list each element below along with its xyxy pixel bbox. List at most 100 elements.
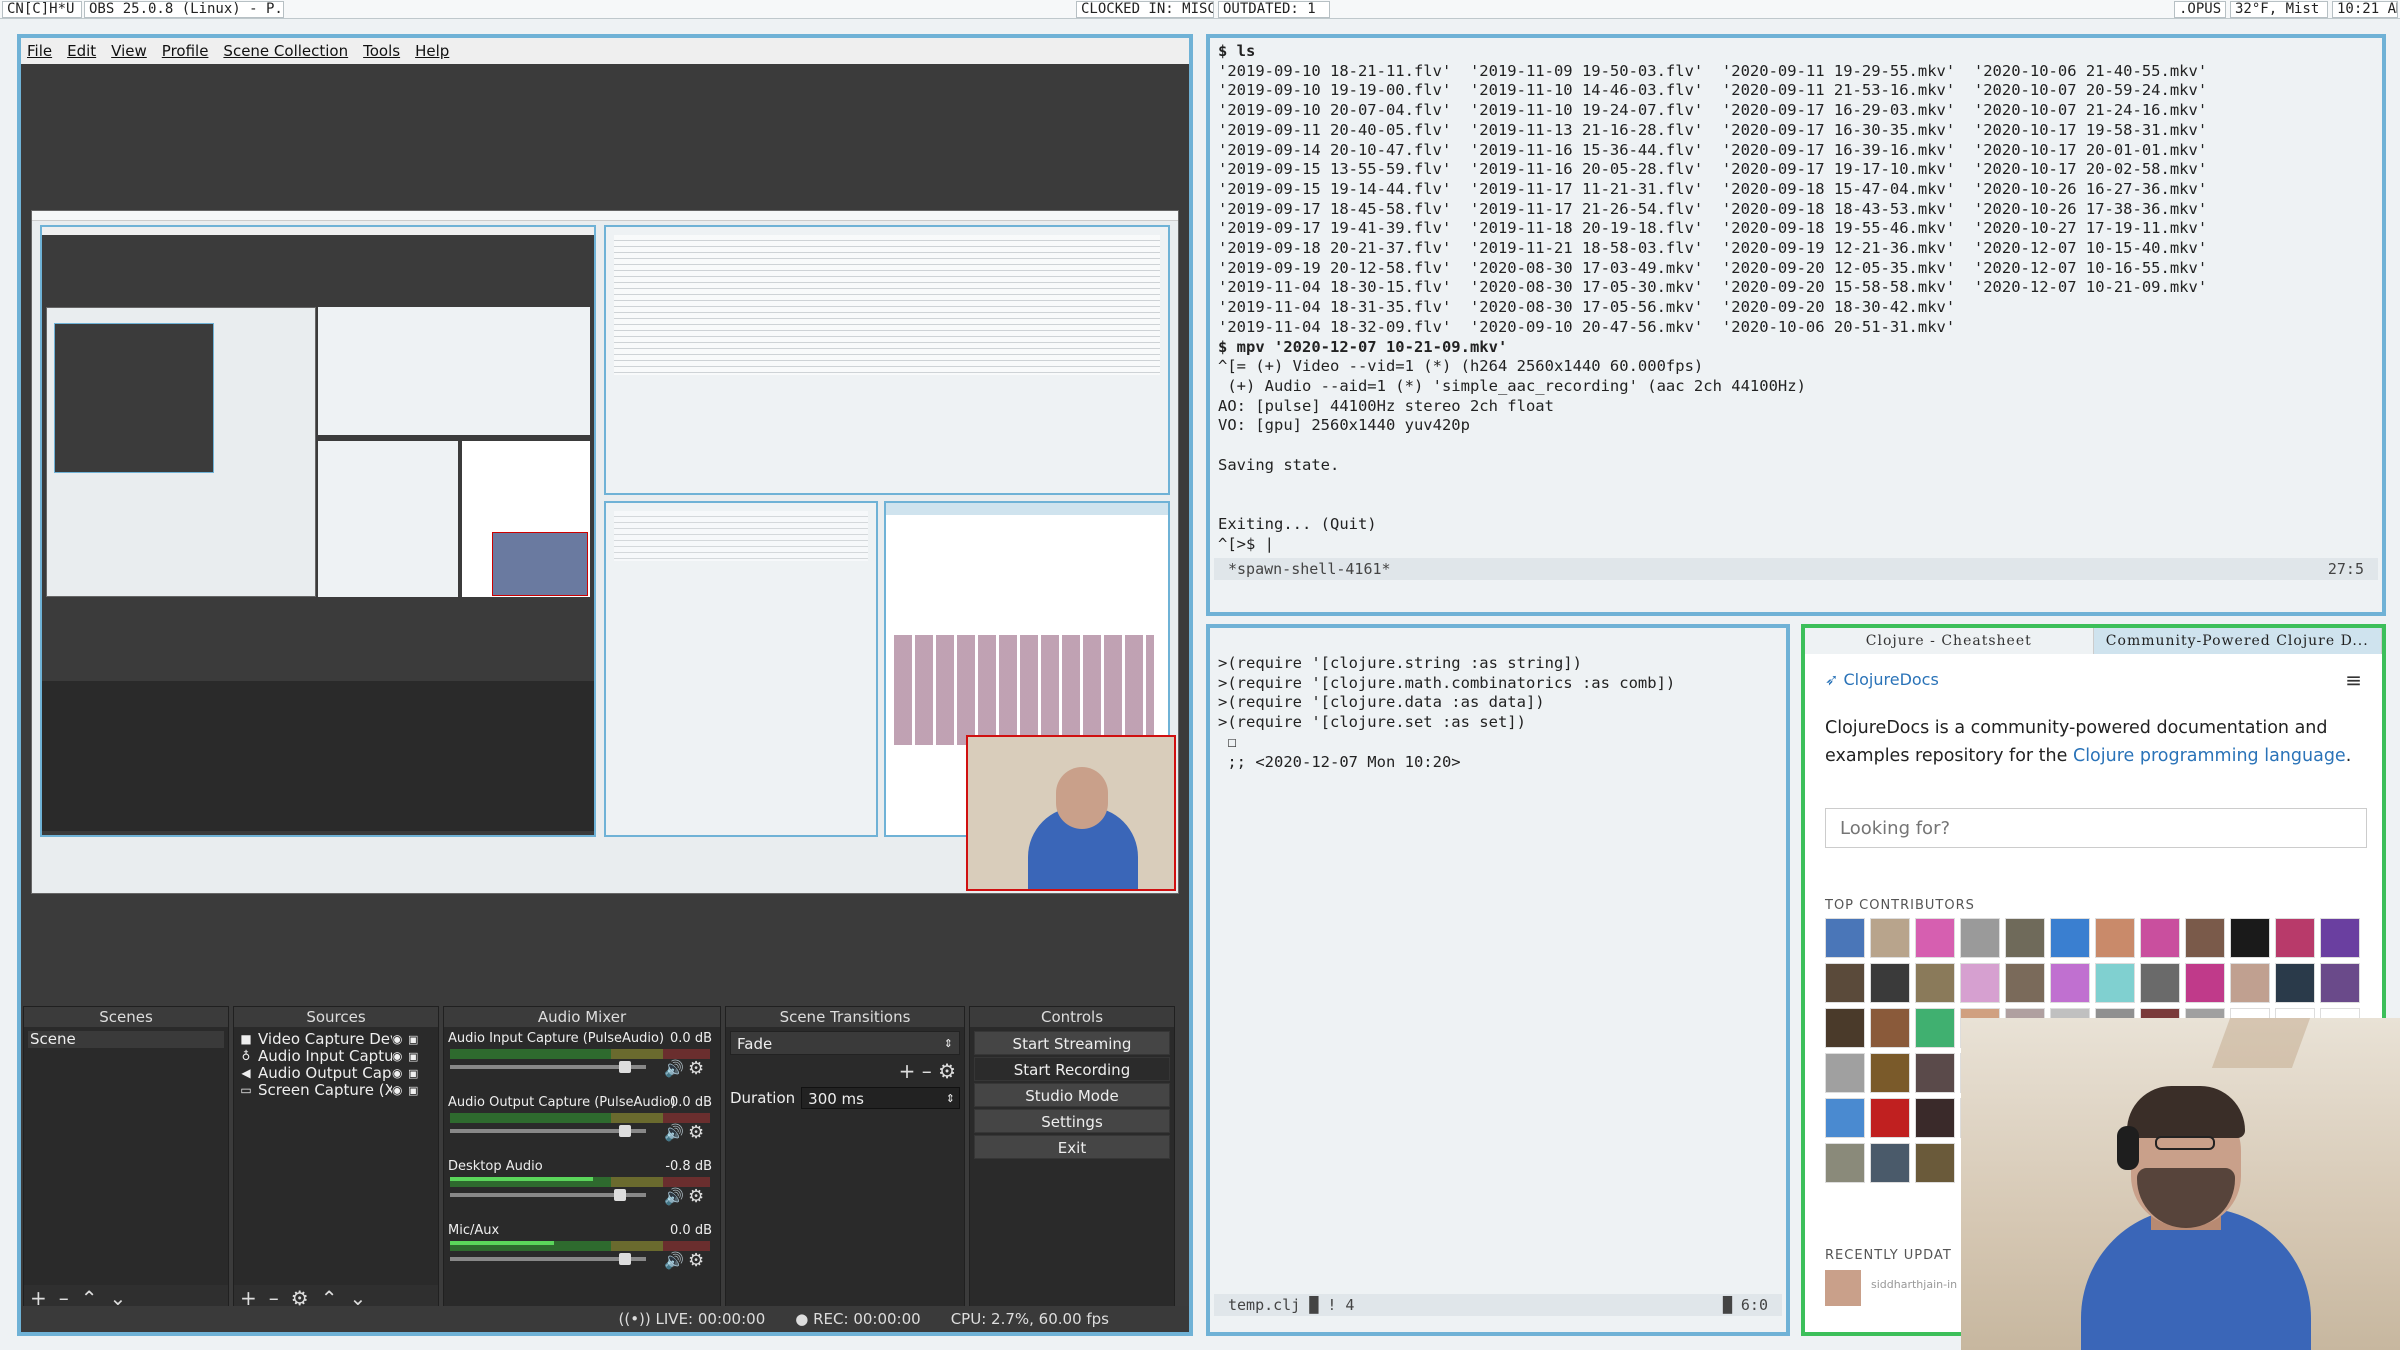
slider-knob[interactable] xyxy=(619,1061,632,1073)
slider-knob[interactable] xyxy=(613,1189,626,1201)
gear-icon[interactable]: ⚙ xyxy=(688,1250,704,1271)
exit-button[interactable]: Exit xyxy=(974,1135,1170,1159)
source-item[interactable]: ▭ Screen Capture (X! ◉ ▣ xyxy=(238,1082,434,1099)
buffer-name: temp.clj █ ! 4 xyxy=(1228,1296,1355,1314)
contributor-avatar[interactable] xyxy=(2095,963,2135,1003)
contributor-avatar[interactable] xyxy=(1870,1098,1910,1138)
scene-item[interactable]: Scene xyxy=(28,1031,224,1048)
contributor-avatar[interactable] xyxy=(2320,918,2360,958)
contributor-avatar[interactable] xyxy=(1870,963,1910,1003)
contributor-avatar[interactable] xyxy=(1825,1008,1865,1048)
contributor-avatar[interactable] xyxy=(2050,918,2090,958)
source-item[interactable]: ■ Video Capture Dev ◉ ▣ xyxy=(238,1031,434,1048)
menu-file[interactable]: File xyxy=(27,42,52,60)
start-recording-button[interactable]: Start Recording xyxy=(974,1057,1170,1081)
menu-view[interactable]: View xyxy=(111,42,147,60)
eye-icon[interactable]: ◉ xyxy=(392,1082,408,1099)
slider-knob[interactable] xyxy=(619,1125,632,1137)
contributor-avatar[interactable] xyxy=(1870,918,1910,958)
lock-icon[interactable]: ▣ xyxy=(408,1065,422,1082)
gear-icon[interactable]: ⚙ xyxy=(688,1186,704,1207)
contributor-avatar[interactable] xyxy=(2185,918,2225,958)
contributor-avatar[interactable] xyxy=(2275,918,2315,958)
hamburger-menu-icon[interactable]: ≡ xyxy=(2345,668,2362,692)
contributor-avatar[interactable] xyxy=(1915,1098,1955,1138)
eye-icon[interactable]: ◉ xyxy=(392,1031,408,1048)
repl-window[interactable]: >(require '[clojure.string :as string]) >… xyxy=(1206,624,1790,1336)
clojuredocs-logo[interactable]: ➶ ClojureDocs xyxy=(1825,670,1939,689)
transition-select[interactable]: Fade ⇕ xyxy=(730,1031,960,1055)
active-window-title[interactable]: OBS 25.0.8 (Linux) - P... xyxy=(84,1,284,18)
search-input[interactable] xyxy=(1825,808,2367,848)
contributor-avatar[interactable] xyxy=(2230,963,2270,1003)
channel-db: -0.8 dB xyxy=(665,1159,712,1174)
contributor-avatar[interactable] xyxy=(1825,918,1865,958)
contributor-avatar[interactable] xyxy=(2140,963,2180,1003)
contributor-avatar[interactable] xyxy=(2185,963,2225,1003)
remove-icon[interactable]: – xyxy=(922,1059,932,1083)
contributor-avatar[interactable] xyxy=(2140,918,2180,958)
workspace-tag[interactable]: CN[C]H*U xyxy=(2,1,82,18)
lock-icon[interactable]: ▣ xyxy=(408,1048,422,1065)
duration-input[interactable]: 300 ms ⇕ xyxy=(801,1087,960,1109)
contributor-avatar[interactable] xyxy=(1960,963,2000,1003)
mute-speaker-icon[interactable]: 🔊 xyxy=(664,1059,684,1078)
mute-speaker-icon[interactable]: 🔊 xyxy=(664,1187,684,1206)
source-item[interactable]: ◀ Audio Output Capt ◉ ▣ xyxy=(238,1065,434,1082)
volume-slider[interactable] xyxy=(450,1253,646,1265)
gear-icon[interactable]: ⚙ xyxy=(938,1059,956,1083)
menu-help[interactable]: Help xyxy=(415,42,449,60)
menu-edit[interactable]: Edit xyxy=(67,42,96,60)
contributor-avatar[interactable] xyxy=(1915,918,1955,958)
contributor-avatar[interactable] xyxy=(1825,1143,1865,1183)
source-item[interactable]: ♁ Audio Input Captur ◉ ▣ xyxy=(238,1048,434,1065)
gear-icon[interactable]: ⚙ xyxy=(688,1058,704,1079)
settings-button[interactable]: Settings xyxy=(974,1109,1170,1133)
contributor-avatar[interactable] xyxy=(1915,1143,1955,1183)
recent-user-name[interactable]: siddharthjain-in xyxy=(1871,1278,1957,1291)
clojure-link[interactable]: Clojure programming language xyxy=(2073,746,2346,766)
contributor-avatar[interactable] xyxy=(1825,963,1865,1003)
stepper-icon[interactable]: ⇕ xyxy=(946,1088,955,1110)
recent-user-avatar[interactable] xyxy=(1825,1270,1861,1306)
scene-preview[interactable] xyxy=(31,210,1179,894)
contributor-avatar[interactable] xyxy=(1870,1143,1910,1183)
contributor-avatar[interactable] xyxy=(2005,963,2045,1003)
contributor-avatar[interactable] xyxy=(2275,963,2315,1003)
contributor-avatar[interactable] xyxy=(2050,963,2090,1003)
menu-tools[interactable]: Tools xyxy=(363,42,400,60)
contributor-avatar[interactable] xyxy=(1825,1098,1865,1138)
menu-scene-collection[interactable]: Scene Collection xyxy=(223,42,348,60)
tab-clojure-cheatsheet[interactable]: Clojure - Cheatsheet xyxy=(1805,628,2094,654)
contributor-avatar[interactable] xyxy=(1915,1053,1955,1093)
slider-knob[interactable] xyxy=(619,1253,632,1265)
contributor-avatar[interactable] xyxy=(2230,918,2270,958)
contributor-avatar[interactable] xyxy=(1825,1053,1865,1093)
mute-speaker-icon[interactable]: 🔊 xyxy=(664,1123,684,1142)
contributor-avatar[interactable] xyxy=(1870,1008,1910,1048)
eye-icon[interactable]: ◉ xyxy=(392,1048,408,1065)
eye-icon[interactable]: ◉ xyxy=(392,1065,408,1082)
mute-speaker-icon[interactable]: 🔊 xyxy=(664,1251,684,1270)
start-streaming-button[interactable]: Start Streaming xyxy=(974,1031,1170,1055)
speaker-icon: ◀ xyxy=(241,1066,251,1080)
contributor-avatar[interactable] xyxy=(1870,1053,1910,1093)
volume-slider[interactable] xyxy=(450,1125,646,1137)
lock-icon[interactable]: ▣ xyxy=(408,1082,422,1099)
studio-mode-button[interactable]: Studio Mode xyxy=(974,1083,1170,1107)
contributor-avatar[interactable] xyxy=(1915,963,1955,1003)
menu-profile[interactable]: Profile xyxy=(162,42,209,60)
contributor-avatar[interactable] xyxy=(2095,918,2135,958)
terminal-window[interactable]: $ ls '2019-09-10 18-21-11.flv' '2019-11-0… xyxy=(1206,34,2386,616)
volume-slider[interactable] xyxy=(450,1061,646,1073)
lock-icon[interactable]: ▣ xyxy=(408,1031,422,1048)
add-icon[interactable]: + xyxy=(899,1059,916,1083)
contributor-avatar[interactable] xyxy=(2320,963,2360,1003)
tab-clojuredocs[interactable]: Community-Powered Clojure D... xyxy=(2093,628,2382,654)
contributor-avatar[interactable] xyxy=(1960,918,2000,958)
contributor-avatar[interactable] xyxy=(2005,918,2045,958)
contributor-avatar[interactable] xyxy=(1915,1008,1955,1048)
gear-icon[interactable]: ⚙ xyxy=(688,1122,704,1143)
volume-slider[interactable] xyxy=(450,1189,646,1201)
